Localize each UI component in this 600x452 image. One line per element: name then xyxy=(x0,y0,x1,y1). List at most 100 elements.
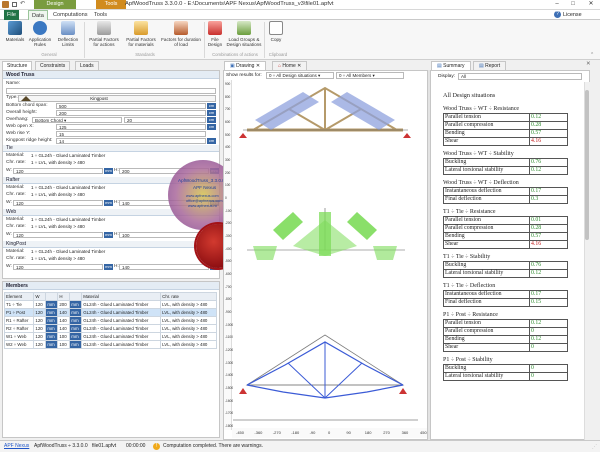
cell-w[interactable]: 120 xyxy=(33,308,47,317)
duration-of-load-button[interactable]: Factors for duration of load xyxy=(161,21,201,51)
name-input[interactable] xyxy=(6,88,216,94)
cell-h[interactable]: 100 xyxy=(57,332,71,341)
cell-h[interactable]: 140 xyxy=(57,308,71,317)
overhang-select[interactable]: Bottom Chord ▾ xyxy=(32,117,122,123)
ribbon-collapse-icon[interactable]: ⌃ xyxy=(590,52,594,58)
web-w-unit[interactable]: mm xyxy=(104,232,113,238)
cell-w[interactable]: 120 xyxy=(33,324,47,333)
cell-h[interactable]: 140 xyxy=(57,324,71,333)
resize-grip-icon[interactable]: ⋰ xyxy=(592,444,597,450)
table-row[interactable]: W1 ÷ Web 120 mm 100 mm GL24h - Glued Laminate… xyxy=(3,332,217,341)
col-element[interactable]: Element xyxy=(3,292,35,301)
menu-tools[interactable]: Tools xyxy=(91,10,110,20)
tab-summary[interactable]: ▤ Summary xyxy=(431,61,471,70)
tab-constraints[interactable]: Constraints xyxy=(35,61,71,70)
overall-height-input[interactable]: 200 xyxy=(56,110,206,116)
apf-nexus-link[interactable]: APF Nexus xyxy=(4,442,29,450)
tab-home[interactable]: ⌂ Home ✕ xyxy=(272,61,308,70)
kingpost-material-select[interactable]: 1 ÷ GL24h - Glued Laminated Timber xyxy=(29,249,217,255)
cell-material[interactable]: GL24h - Glued Laminated Timber xyxy=(81,332,162,341)
members-header[interactable]: Members xyxy=(3,282,219,290)
overhang-unit[interactable]: cm xyxy=(207,117,216,123)
maximize-button[interactable]: □ xyxy=(566,0,580,9)
cell-material[interactable]: GL24h - Glued Laminated Timber xyxy=(81,316,162,325)
cell-material[interactable]: GL24h - Glued Laminated Timber xyxy=(81,324,162,333)
cell-material[interactable]: GL24h - Glued Laminated Timber xyxy=(81,300,162,309)
table-row[interactable]: T1 ÷ Tie 120 mm 200 mm GL24h - Glued Laminate… xyxy=(3,300,217,309)
app-icon[interactable] xyxy=(2,1,9,8)
cell-chr-rate[interactable]: LVL, with density > 480 xyxy=(160,324,217,333)
kingpost-header[interactable]: KingPost xyxy=(3,241,219,248)
type-select[interactable]: Kingpost xyxy=(18,95,216,102)
display-select[interactable]: All xyxy=(458,73,582,80)
cell-material[interactable]: GL24h - Glued Laminated Timber xyxy=(81,308,162,317)
summary-scroll-thumb[interactable] xyxy=(585,90,589,240)
web-h-input[interactable]: 100 xyxy=(119,232,209,238)
cell-chr-rate[interactable]: LVL, with density > 480 xyxy=(160,308,217,317)
partial-factors-actions-button[interactable]: Partial Factors for actions xyxy=(86,21,122,51)
members-select[interactable]: 0 ÷ All Members ▾ xyxy=(336,72,404,79)
table-row[interactable]: W2 ÷ Web 120 mm 100 mm GL24h - Glued Laminate… xyxy=(3,340,217,349)
tab-report[interactable]: ▤ Report xyxy=(473,61,507,70)
minimize-button[interactable]: – xyxy=(550,0,564,9)
rafter-w-input[interactable]: 120 xyxy=(13,200,103,206)
overall-height-unit[interactable]: cm xyxy=(207,110,216,116)
load-groups-button[interactable]: Load Groups & Design situations xyxy=(226,21,262,51)
materials-button[interactable]: Materials xyxy=(4,21,26,51)
col-w[interactable]: W xyxy=(33,292,47,301)
cell-material[interactable]: GL24h - Glued Laminated Timber xyxy=(81,340,162,349)
tab-structure[interactable]: Structure xyxy=(2,61,33,70)
kingpost-ridge-unit[interactable]: cm xyxy=(207,138,216,144)
cell-w[interactable]: 120 xyxy=(33,316,47,325)
col-chr-rate[interactable]: Chr. rate xyxy=(160,292,217,301)
kingpost-w-unit[interactable]: mm xyxy=(104,264,113,270)
menu-data[interactable]: Data xyxy=(28,10,48,20)
web-open-unit[interactable]: cm xyxy=(207,124,216,130)
copy-button[interactable]: Copy xyxy=(268,21,284,51)
partial-factors-materials-button[interactable]: Partial Factors for materials xyxy=(124,21,158,51)
col-material[interactable]: Material xyxy=(81,292,162,301)
cell-chr-rate[interactable]: LVL, with density > 480 xyxy=(160,316,217,325)
table-row[interactable]: R1 ÷ Rafter 120 mm 140 mm GL24h - Glued Lamin… xyxy=(3,316,217,325)
tie-w-input[interactable]: 120 xyxy=(13,168,103,174)
panel-close-icon[interactable]: ✕ xyxy=(586,61,591,67)
cell-w[interactable]: 120 xyxy=(33,340,47,349)
cell-chr-rate[interactable]: LVL, with density > 480 xyxy=(160,340,217,349)
license-link[interactable]: License xyxy=(563,11,582,19)
rafter-w-unit[interactable]: mm xyxy=(104,200,113,206)
kingpost-w-input[interactable]: 120 xyxy=(13,264,103,270)
web-rise-input[interactable]: 15 xyxy=(56,131,206,137)
menu-computations[interactable]: Computations xyxy=(50,10,91,20)
tools-context-tab[interactable]: Tools xyxy=(96,0,126,9)
close-button[interactable]: ✕ xyxy=(584,0,598,9)
tab-drawing[interactable]: ▣ Drawing ✕ xyxy=(224,61,267,70)
web-open-input[interactable]: 125 xyxy=(56,124,206,130)
tie-material-select[interactable]: 1 ÷ GL24h - Glued Laminated Timber xyxy=(29,153,217,159)
cell-chr-rate[interactable]: LVL, with density > 480 xyxy=(160,332,217,341)
quick-undo-icon[interactable]: ↶ xyxy=(20,0,25,9)
table-row[interactable]: R2 ÷ Rafter 120 mm 140 mm GL24h - Glued Lamin… xyxy=(3,324,217,333)
bottom-chord-span-unit[interactable]: cm xyxy=(207,103,216,109)
kingpost-ridge-input[interactable]: 14 xyxy=(56,138,206,144)
kingpost-chr-rate-select[interactable]: 1 ÷ LVL, with density > 480 xyxy=(29,256,217,262)
cell-w[interactable]: 120 xyxy=(33,332,47,341)
overhang-input[interactable]: 20 xyxy=(124,117,206,123)
file-design-button[interactable]: File Design xyxy=(206,21,224,51)
tab-loads[interactable]: Loads xyxy=(75,61,99,70)
tie-w-unit[interactable]: mm xyxy=(104,168,113,174)
truss-drawing[interactable] xyxy=(233,80,418,430)
application-rules-button[interactable]: Application Rules xyxy=(28,21,52,51)
kingpost-h-input[interactable]: 140 xyxy=(119,264,209,270)
cell-chr-rate[interactable]: LVL, with density > 480 xyxy=(160,300,217,309)
quick-save-icon[interactable] xyxy=(12,2,17,7)
cell-w[interactable]: 120 xyxy=(33,300,47,309)
cell-h[interactable]: 100 xyxy=(57,340,71,349)
web-w-input[interactable]: 120 xyxy=(13,232,103,238)
tie-header[interactable]: Tie xyxy=(3,145,219,152)
help-icon[interactable]: ? xyxy=(554,11,561,18)
wood-truss-header[interactable]: Wood Truss xyxy=(3,71,219,79)
cell-h[interactable]: 140 xyxy=(57,316,71,325)
deflection-limits-button[interactable]: Deflection Limits xyxy=(55,21,81,51)
col-h[interactable]: H xyxy=(57,292,71,301)
menu-file[interactable]: File xyxy=(4,10,20,20)
